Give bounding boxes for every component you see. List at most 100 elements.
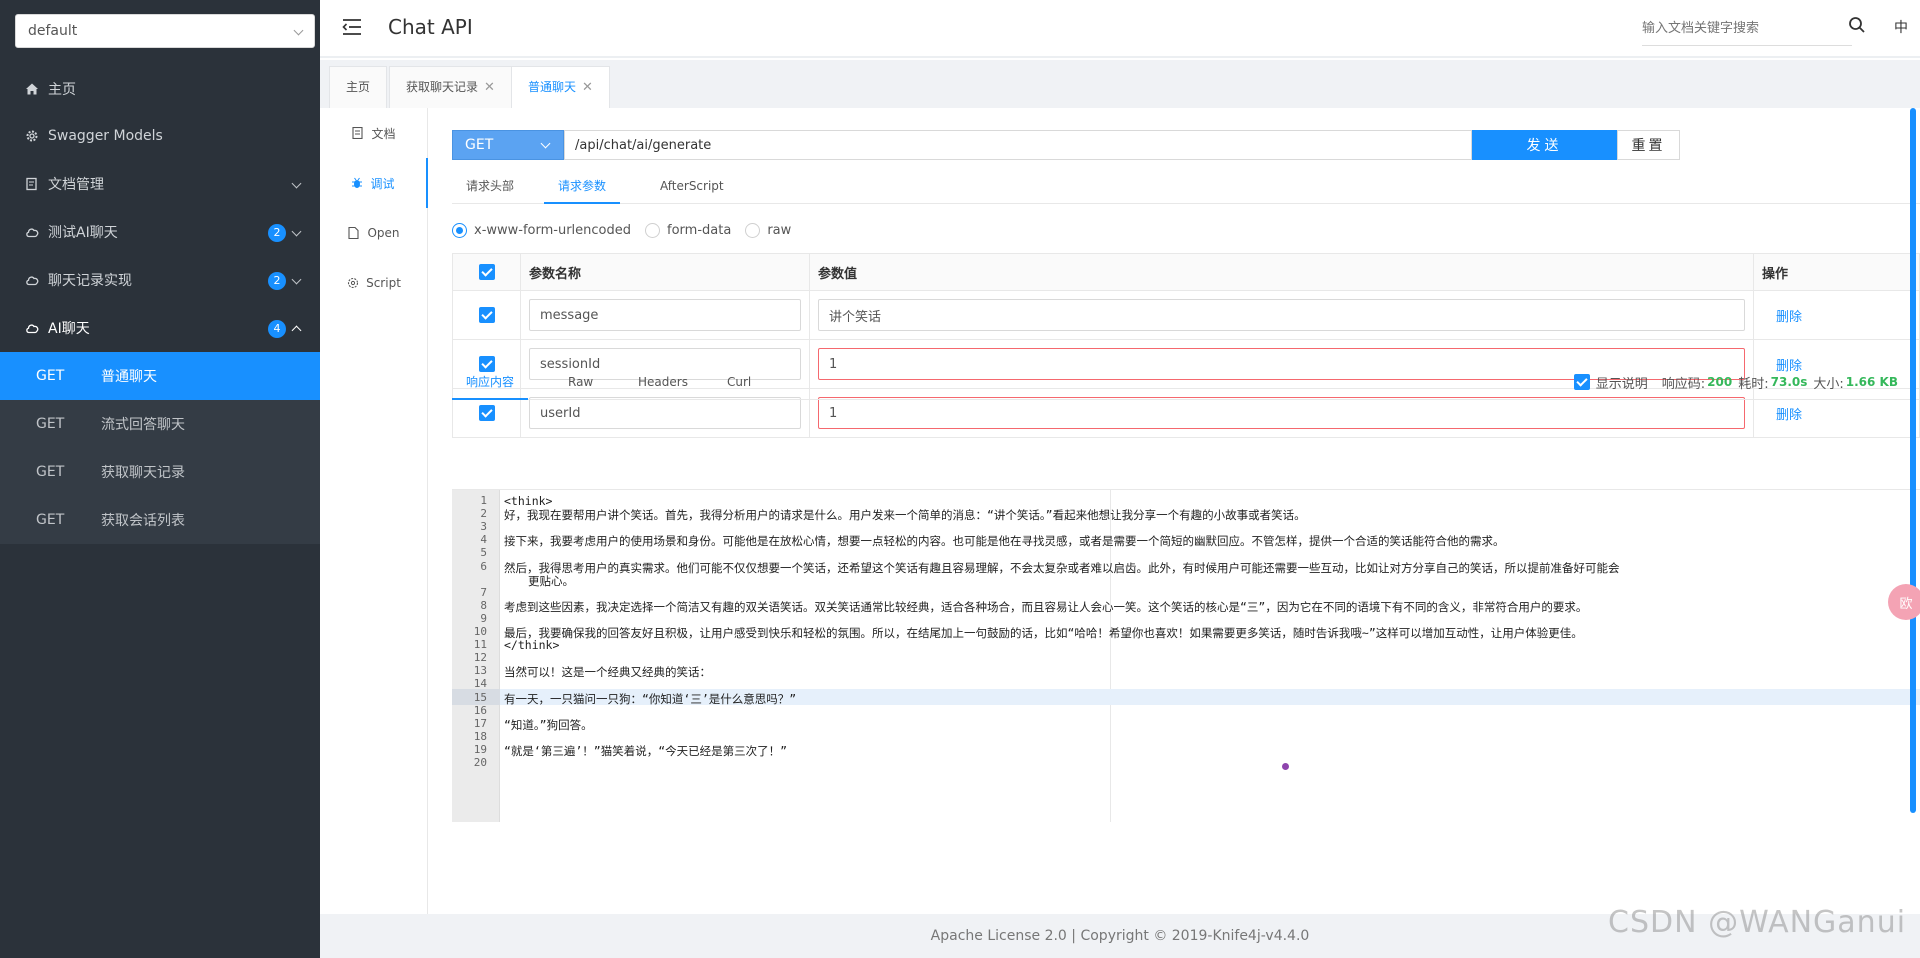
code-line: <think> <box>504 494 553 508</box>
select-all-checkbox[interactable] <box>478 264 495 280</box>
code-line: 有一天，一只猫问一只狗：“你知道‘三’是什么意思吗？” <box>504 691 797 706</box>
rail-item-label: 文档 <box>371 126 396 141</box>
radio-dot <box>452 222 467 238</box>
top-bar: Chat API 中 <box>320 0 1920 58</box>
line-number: 1 <box>480 494 487 507</box>
radio-form-data[interactable]: form-data <box>645 222 732 238</box>
tab-normal-chat[interactable]: 普通聊天 ✕ <box>511 66 610 108</box>
menu-toggle-icon[interactable] <box>342 18 362 36</box>
tab-response-content[interactable]: 响应内容 <box>452 364 529 400</box>
size-label: 大小: <box>1813 376 1844 392</box>
size-value: 1.66 KB <box>1845 375 1898 389</box>
scrollbar[interactable] <box>1910 108 1916 813</box>
tab-afterscript[interactable]: AfterScript <box>646 168 738 204</box>
request-tabs: 请求头部 请求参数 AfterScript <box>452 168 1920 204</box>
delete-link[interactable]: 删除 <box>1762 408 1802 423</box>
method-select[interactable]: GET <box>452 130 564 160</box>
sidebar-item-swagger-models[interactable]: Swagger Models <box>0 112 320 160</box>
radio-label: form-data <box>667 222 732 238</box>
close-icon[interactable]: ✕ <box>484 80 495 95</box>
sidebar-subitem-stream-chat[interactable]: GET 流式回答聊天 <box>0 400 320 448</box>
radio-dot <box>645 222 661 238</box>
sidebar-item-ai-chat[interactable]: AI聊天 4 <box>0 304 320 352</box>
sidebar-item-test-ai-chat[interactable]: 测试AI聊天 2 <box>0 208 320 256</box>
sidebar-item-chat-record-impl[interactable]: 聊天记录实现 2 <box>0 256 320 304</box>
code-line: 接下来，我要考虑用户的使用场景和身份。可能他是在放松心情，想要一点轻松的内容。也… <box>504 534 1505 549</box>
response-editor[interactable]: 1 2 3 4 5 6 7 8 9 10 11 12 13 14 15 16 17 18 19 20 <think> 好… <box>452 489 1920 822</box>
sidebar-item-home[interactable]: 主页 <box>0 65 320 113</box>
debug-panel: GET 发送 重置 请求头部 请求参数 AfterScript x-www-fo… <box>428 108 1920 914</box>
param-value-input[interactable]: 讲个笑话 <box>818 299 1745 331</box>
document-edit-icon <box>24 176 40 192</box>
code-line: </think> <box>504 638 560 653</box>
line-number: 4 <box>480 533 487 547</box>
rail-item-script[interactable]: Script <box>320 258 428 308</box>
param-name-input[interactable]: userId <box>529 397 801 429</box>
sidebar-subitem-label: 普通聊天 <box>101 369 157 385</box>
sidebar-item-label: AI聊天 <box>48 321 90 337</box>
radio-dot <box>745 222 761 238</box>
floating-assistant-button[interactable]: 欧 <box>1888 584 1920 620</box>
params-table: 参数名称 参数值 操作 message 讲个笑话 删除 sessionId 1 … <box>452 253 1920 438</box>
url-input[interactable] <box>564 130 1472 160</box>
param-name-input[interactable]: message <box>529 299 801 331</box>
group-select[interactable]: default <box>15 14 315 48</box>
chevron-down-icon <box>291 274 302 285</box>
table-row: message 讲个笑话 删除 <box>452 290 1920 340</box>
sidebar-subitem-get-records[interactable]: GET 获取聊天记录 <box>0 448 320 496</box>
count-badge: 2 <box>268 272 286 290</box>
sidebar-item-label: Swagger Models <box>48 128 163 144</box>
line-number: 8 <box>480 598 487 612</box>
rail-item-debug[interactable]: 调试 <box>320 158 428 208</box>
code-line: 最后，我要确保我的回答友好且积极，让用户感受到快乐和轻松的氛围。所以，在结尾加上… <box>504 626 1583 640</box>
group-select-value: default <box>28 23 78 39</box>
rail-item-label: Open <box>367 226 400 240</box>
column-header: 参数值 <box>809 253 1754 291</box>
tab-request-params[interactable]: 请求参数 <box>544 168 621 204</box>
tab-curl[interactable]: Curl <box>713 364 765 400</box>
code-area[interactable]: <think> 好，我现在要帮用户讲个笑话。首先，我得分析用户的请求是什么。用户发… <box>500 490 1920 822</box>
method-label: GET <box>36 416 65 432</box>
line-number: 19 <box>473 742 487 756</box>
tab-raw[interactable]: Raw <box>554 364 607 400</box>
rail-item-doc[interactable]: 文档 <box>320 108 428 158</box>
line-number: 13 <box>473 664 487 678</box>
radio-raw[interactable]: raw <box>745 222 791 238</box>
search-icon[interactable] <box>1848 16 1866 34</box>
send-button[interactable]: 发送 <box>1472 130 1617 160</box>
response-meta: 显示说明 响应码: 200 耗时: 73.0s 大小: 1.66 KB <box>1573 364 1898 400</box>
radio-urlencoded[interactable]: x-www-form-urlencoded <box>452 222 631 238</box>
rail-item-open[interactable]: Open <box>320 208 428 258</box>
search-input[interactable] <box>1642 12 1852 46</box>
tab-home[interactable]: 主页 <box>329 66 388 108</box>
code-line: 考虑到这些因素，我决定选择一个简洁又有趣的双关语笑话。双关笑话通常比较经典，适合… <box>504 599 1588 614</box>
line-number: 2 <box>480 507 487 521</box>
row-checkbox[interactable] <box>478 405 495 421</box>
line-number: 7 <box>480 585 487 599</box>
line-number: 11 <box>473 638 487 652</box>
row-checkbox[interactable] <box>478 307 495 323</box>
tab-get-records[interactable]: 获取聊天记录 ✕ <box>389 66 512 108</box>
sidebar-subitem-normal-chat[interactable]: GET 普通聊天 <box>0 352 320 400</box>
page-title: Chat API <box>388 15 473 39</box>
row-checkbox-cell <box>452 290 521 340</box>
time-label: 耗时: <box>1738 376 1769 392</box>
sidebar-item-docs-manage[interactable]: 文档管理 <box>0 160 320 208</box>
show-desc-checkbox[interactable] <box>1573 374 1590 390</box>
code-line: 好，我现在要帮用户讲个笑话。首先，我得分析用户的请求是什么。用户发来一个简单的消… <box>504 508 1306 523</box>
language-switch[interactable]: 中 <box>1894 17 1908 37</box>
reset-button[interactable]: 重置 <box>1617 130 1680 160</box>
delete-link[interactable]: 删除 <box>1762 310 1802 325</box>
tab-label: 普通聊天 <box>528 80 577 94</box>
method-value: GET <box>465 137 494 153</box>
sidebar-subitem-get-sessions[interactable]: GET 获取会话列表 <box>0 496 320 544</box>
tab-request-headers[interactable]: 请求头部 <box>452 168 528 204</box>
param-value-input[interactable]: 1 <box>818 397 1745 429</box>
close-icon[interactable]: ✕ <box>582 80 593 95</box>
rail-item-label: 调试 <box>370 176 395 191</box>
sidebar-subitem-label: 获取聊天记录 <box>101 465 185 481</box>
tab-headers[interactable]: Headers <box>624 364 702 400</box>
sidebar-item-label: 聊天记录实现 <box>48 273 132 289</box>
code-line: 当然可以！这是一个经典又经典的笑话： <box>504 665 711 680</box>
method-label: GET <box>36 368 65 384</box>
